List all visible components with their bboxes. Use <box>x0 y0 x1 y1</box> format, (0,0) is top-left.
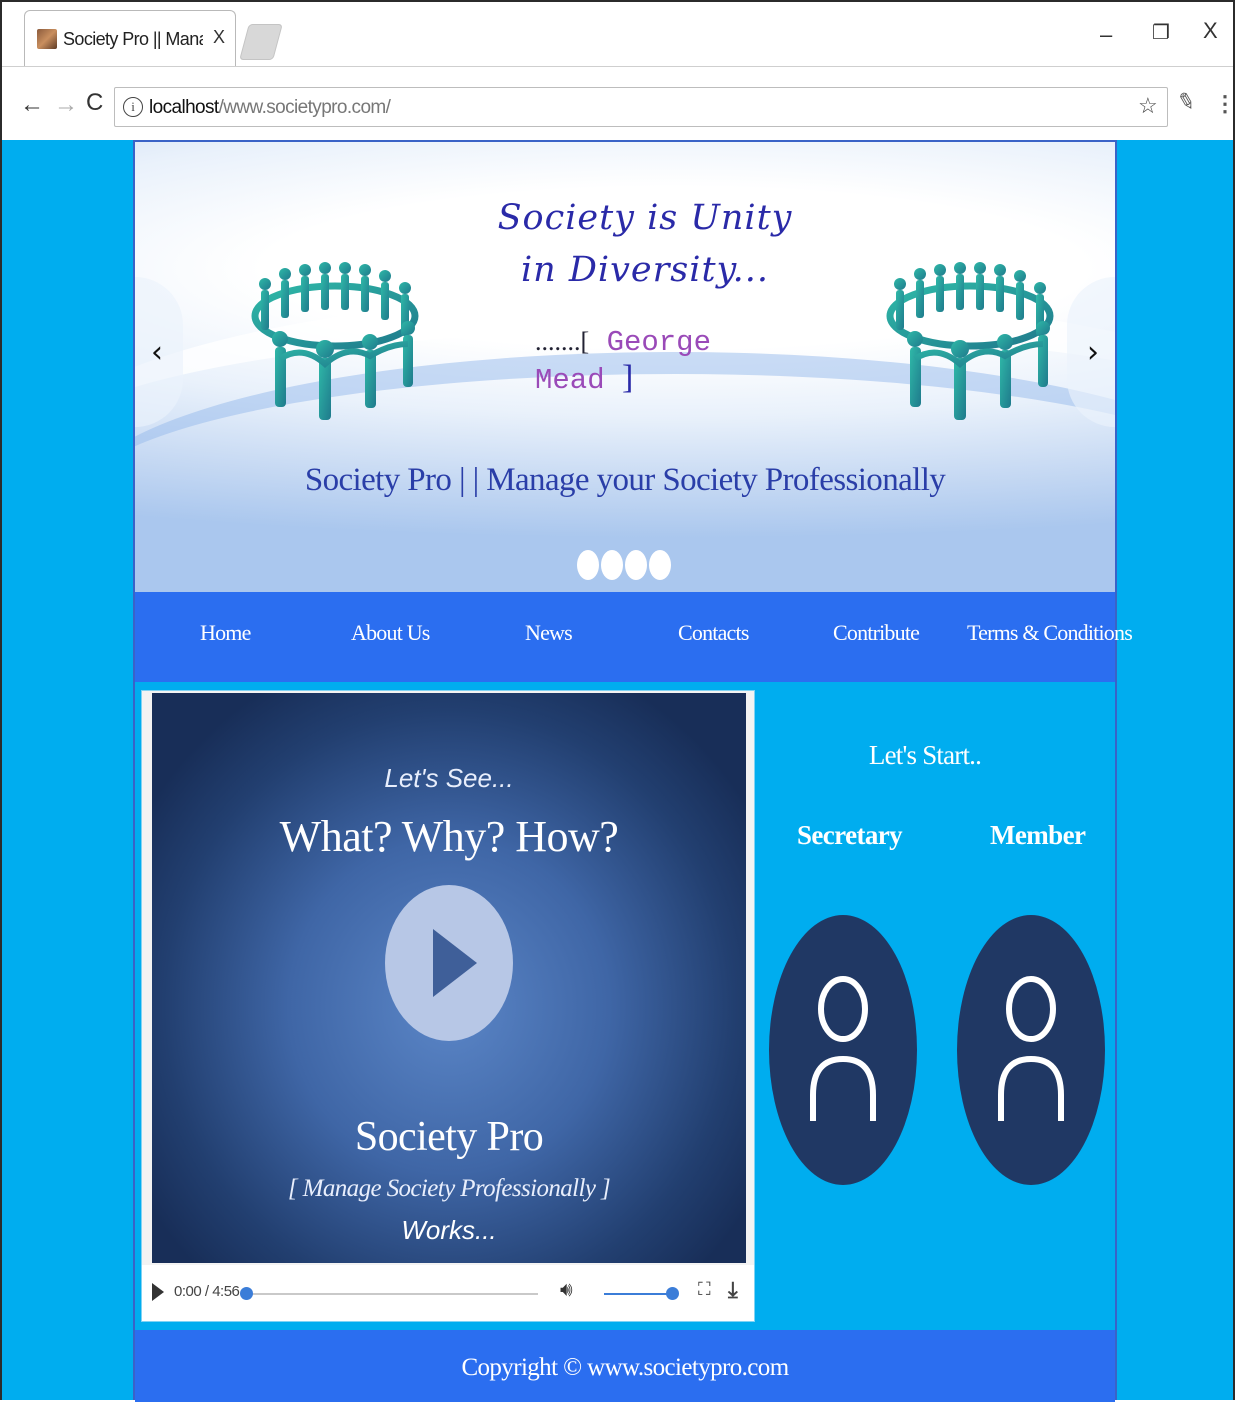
seek-bar[interactable] <box>242 1293 538 1295</box>
big-play-button[interactable] <box>385 885 513 1041</box>
close-window-icon[interactable]: X <box>1203 18 1218 44</box>
people-circle-image <box>886 262 1054 420</box>
info-icon[interactable]: i <box>123 97 143 117</box>
volume-icon[interactable]: 🔊︎ <box>560 1279 573 1302</box>
member-avatar-button[interactable] <box>957 915 1105 1185</box>
secretary-avatar-button[interactable] <box>769 915 917 1185</box>
tab-title: Society Pro || Manage Yo <box>63 29 203 49</box>
nav-contacts[interactable]: Contacts <box>678 620 749 646</box>
chevron-left-icon: ‹ <box>151 335 163 370</box>
author-prefix: .......[ <box>535 327 590 356</box>
url-host: localhost <box>149 97 219 118</box>
seek-handle[interactable] <box>240 1287 253 1300</box>
carousel-indicator[interactable] <box>577 550 599 580</box>
star-icon[interactable]: ☆ <box>1138 93 1158 119</box>
main-navbar: Home About Us News Contacts Contribute T… <box>135 592 1133 682</box>
poster-line-3: Society Pro <box>354 1114 544 1160</box>
address-bar[interactable]: i localhost/www.societypro.com/ <box>114 87 1168 127</box>
forward-icon[interactable]: → <box>54 91 78 119</box>
carousel-next-button[interactable]: › <box>1067 277 1115 427</box>
carousel-caption: Society Pro | | Manage your Society Prof… <box>304 462 946 498</box>
play-icon[interactable] <box>152 1283 164 1301</box>
minimize-icon[interactable]: – <box>1100 22 1112 48</box>
carousel-indicator[interactable] <box>649 550 671 580</box>
page-container: Society is Unity in Diversity... .......… <box>133 140 1133 1402</box>
poster-line-1: Let's See... <box>384 763 514 793</box>
author-suffix: ] <box>622 359 634 396</box>
quote-author: .......[ George Mead ] <box>535 322 795 397</box>
fullscreen-icon[interactable]: ⛶ <box>698 1279 711 1300</box>
poster-line-5: Works... <box>401 1215 497 1245</box>
url-text[interactable]: localhost/www.societypro.com/ <box>149 97 391 119</box>
user-icon <box>810 976 876 1121</box>
back-icon[interactable]: ← <box>20 91 44 119</box>
nav-about-us[interactable]: About Us <box>351 620 430 646</box>
browser-toolbar: ← → C i localhost/www.societypro.com/ ☆ … <box>2 66 1235 142</box>
video-player[interactable]: Let's See... What? Why? How? Society Pro… <box>141 690 755 1322</box>
carousel-quote: Society is Unity in Diversity... <box>497 198 793 290</box>
nav-terms-conditions[interactable]: Terms & Conditions <box>967 620 1133 646</box>
video-controls: 0:00 / 4:56 🔊︎ ⛶ ⤓ <box>142 1265 754 1321</box>
nav-news[interactable]: News <box>525 620 573 646</box>
user-icon <box>998 976 1064 1121</box>
footer: Copyright © www.societypro.com <box>135 1330 1115 1402</box>
carousel-indicators <box>575 550 675 580</box>
browser-tab[interactable]: Society Pro || Manage Yo X <box>24 10 236 66</box>
poster-line-2: What? Why? How? <box>279 812 619 861</box>
copyright-text: Copyright © www.societypro.com <box>461 1354 789 1381</box>
carousel-indicator[interactable] <box>625 550 647 580</box>
hero-carousel: Society is Unity in Diversity... .......… <box>135 142 1115 592</box>
video-time: 0:00 / 4:56 <box>174 1283 240 1300</box>
carousel-indicator[interactable] <box>601 550 623 580</box>
download-icon[interactable]: ⤓ <box>728 1277 738 1303</box>
favicon-icon <box>37 29 57 49</box>
url-path: /www.societypro.com/ <box>218 97 391 118</box>
tab-strip: Society Pro || Manage Yo X – ❐ X <box>2 2 1233 66</box>
nav-contribute[interactable]: Contribute <box>833 620 920 646</box>
extension-icon[interactable]: ✎ <box>1174 87 1198 117</box>
new-tab-button[interactable] <box>239 24 283 60</box>
volume-handle[interactable] <box>666 1287 679 1300</box>
tab-close-icon[interactable]: X <box>213 27 225 48</box>
page-viewport: Society is Unity in Diversity... .......… <box>0 140 1235 1402</box>
nav-home[interactable]: Home <box>200 620 251 646</box>
restore-icon[interactable]: ❐ <box>1152 20 1170 45</box>
browser-window: Society Pro || Manage Yo X – ❐ X ← → C i… <box>0 0 1235 142</box>
reload-icon[interactable]: C <box>86 89 103 117</box>
start-title: Let's Start.. <box>868 740 982 770</box>
volume-slider[interactable] <box>604 1293 670 1295</box>
chevron-right-icon: › <box>1087 335 1099 370</box>
secretary-label[interactable]: Secretary <box>797 820 903 851</box>
member-label[interactable]: Member <box>990 820 1086 851</box>
people-circle-image <box>251 262 419 420</box>
poster-line-4: [ Manage Society Professionally ] <box>287 1175 611 1202</box>
menu-icon[interactable]: ⋮ <box>1214 91 1235 117</box>
play-icon <box>433 929 477 997</box>
video-poster[interactable]: Let's See... What? Why? How? Society Pro… <box>152 693 746 1263</box>
